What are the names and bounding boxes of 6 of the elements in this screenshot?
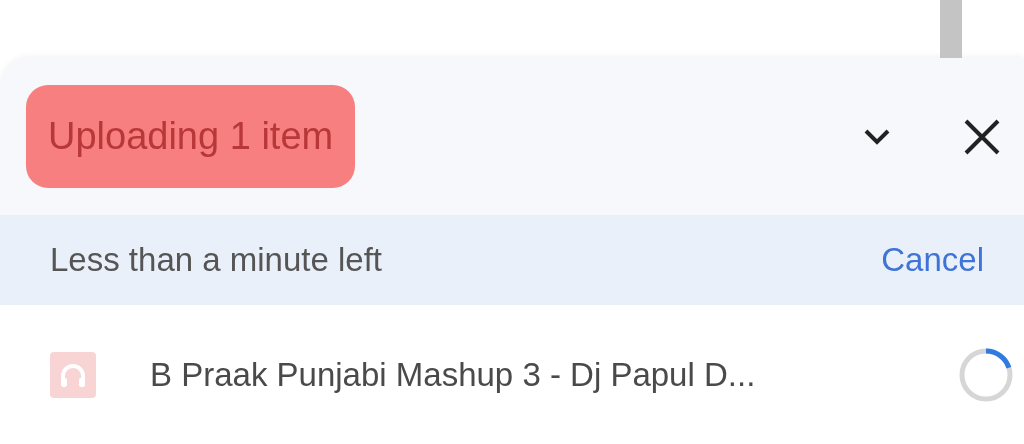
cancel-link[interactable]: Cancel bbox=[881, 241, 984, 279]
file-name: B Praak Punjabi Mashup 3 - Dj Papul D... bbox=[150, 355, 757, 394]
scrollbar-thumb[interactable] bbox=[940, 0, 962, 58]
panel-title: Uploading 1 item bbox=[26, 85, 356, 188]
time-remaining: Less than a minute left bbox=[50, 241, 383, 279]
headphones-icon bbox=[50, 351, 96, 398]
